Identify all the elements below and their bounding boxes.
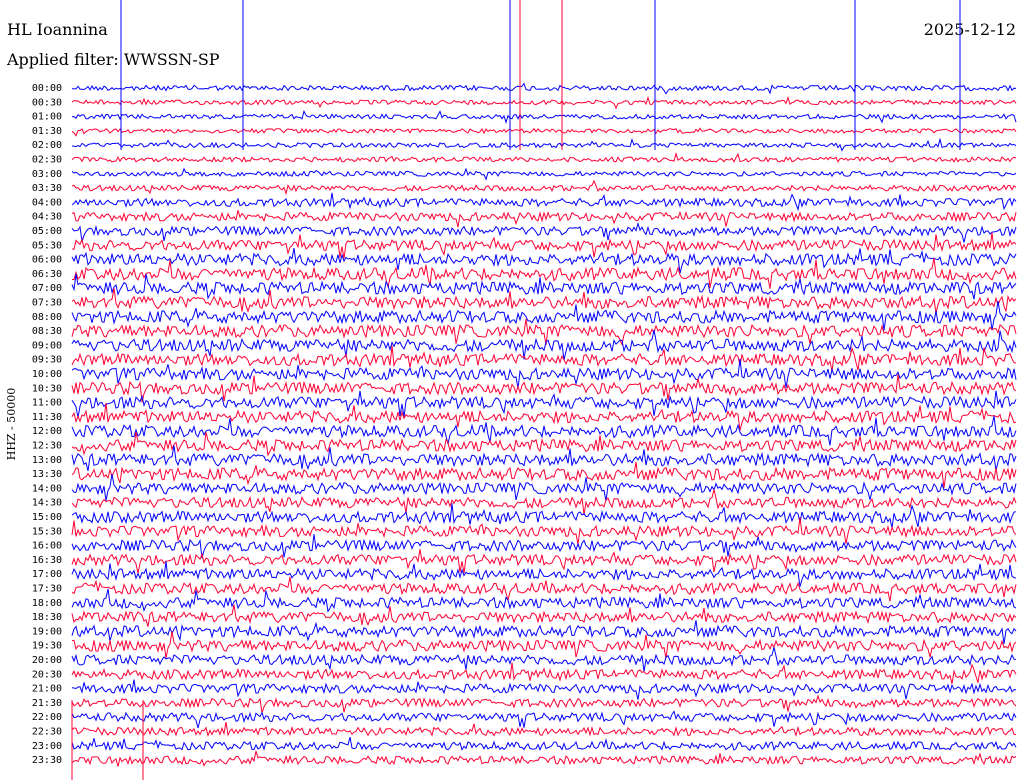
row-time-label: 15:00 <box>32 512 62 523</box>
row-time-label: 03:30 <box>32 183 62 194</box>
row-time-label: 02:00 <box>32 140 62 151</box>
row-time-label: 03:00 <box>32 169 62 180</box>
trace-row <box>71 221 1017 243</box>
trace-row <box>71 137 1017 152</box>
row-time-label: 15:30 <box>32 526 62 537</box>
trace-row <box>71 489 1017 515</box>
row-time-label: 09:00 <box>32 340 62 351</box>
trace-row <box>71 662 1017 684</box>
row-time-label: 04:30 <box>32 212 62 223</box>
row-time-label: 17:30 <box>32 584 62 595</box>
row-time-label: 22:30 <box>32 727 62 738</box>
trace-row <box>71 576 1017 603</box>
row-time-label: 16:30 <box>32 555 62 566</box>
row-time-label: 17:00 <box>32 569 62 580</box>
trace-row <box>71 604 1017 627</box>
row-time-label: 14:00 <box>32 483 62 494</box>
row-time-label: 01:00 <box>32 112 62 123</box>
row-time-label: 09:30 <box>32 355 62 366</box>
row-label-group: 00:00 00:30 01:00 01:30 02:00 02:30 03:00 03:30… <box>32 83 62 766</box>
trace-row <box>71 374 1017 403</box>
row-time-label: 11:00 <box>32 398 62 409</box>
row-time-label: 14:30 <box>32 498 62 509</box>
row-time-label: 07:00 <box>32 283 62 294</box>
row-time-label: 11:30 <box>32 412 62 423</box>
row-time-label: 13:00 <box>32 455 62 466</box>
trace-row <box>71 694 1017 714</box>
row-time-label: 10:00 <box>32 369 62 380</box>
trace-row <box>71 273 1017 300</box>
trace-row <box>71 318 1017 346</box>
trace-row <box>71 722 1017 738</box>
row-time-label: 16:00 <box>32 541 62 552</box>
row-time-label: 00:30 <box>32 97 62 108</box>
trace-row <box>71 167 1017 181</box>
trace-row <box>71 631 1017 659</box>
row-time-label: 05:00 <box>32 226 62 237</box>
trace-row <box>71 95 1017 110</box>
row-time-label: 13:30 <box>32 469 62 480</box>
trace-row <box>71 517 1017 545</box>
trace-row <box>71 127 1017 137</box>
row-time-label: 10:30 <box>32 383 62 394</box>
row-time-label: 18:30 <box>32 612 62 623</box>
row-time-label: 08:00 <box>32 312 62 323</box>
trace-group <box>71 82 1017 767</box>
row-time-label: 02:30 <box>32 155 62 166</box>
trace-row <box>71 461 1017 488</box>
row-time-label: 12:30 <box>32 441 62 452</box>
row-time-label: 19:00 <box>32 626 62 637</box>
trace-row <box>71 588 1017 613</box>
row-time-label: 22:00 <box>32 712 62 723</box>
row-time-label: 18:00 <box>32 598 62 609</box>
trace-row <box>71 248 1017 274</box>
trace-row <box>71 210 1017 228</box>
row-time-label: 01:30 <box>32 126 62 137</box>
trace-row <box>71 431 1017 457</box>
row-time-label: 20:00 <box>32 655 62 666</box>
row-time-label: 21:30 <box>32 698 62 709</box>
row-time-label: 23:00 <box>32 741 62 752</box>
row-time-label: 06:00 <box>32 255 62 266</box>
row-time-label: 00:00 <box>32 83 62 94</box>
trace-row <box>71 710 1017 729</box>
trace-row <box>71 109 1017 124</box>
row-time-label: 21:00 <box>32 684 62 695</box>
trace-row <box>71 620 1017 644</box>
trace-row <box>71 151 1017 164</box>
row-time-label: 23:30 <box>32 755 62 766</box>
trace-row <box>71 736 1017 752</box>
row-time-label: 07:30 <box>32 298 62 309</box>
trace-row <box>71 232 1017 259</box>
trace-row <box>71 750 1017 767</box>
row-time-label: 20:30 <box>32 669 62 680</box>
trace-row <box>71 534 1017 559</box>
trace-row <box>71 679 1017 700</box>
row-time-label: 06:30 <box>32 269 62 280</box>
row-time-label: 04:00 <box>32 197 62 208</box>
trace-row <box>71 179 1017 196</box>
row-time-label: 05:30 <box>32 240 62 251</box>
helicorder-plot: 00:00 00:30 01:00 01:30 02:00 02:30 03:00 03:30… <box>32 0 1017 780</box>
row-time-label: 19:30 <box>32 641 62 652</box>
trace-row <box>71 192 1017 212</box>
row-time-label: 12:00 <box>32 426 62 437</box>
row-time-label: 08:30 <box>32 326 62 337</box>
trace-row <box>71 82 1017 95</box>
